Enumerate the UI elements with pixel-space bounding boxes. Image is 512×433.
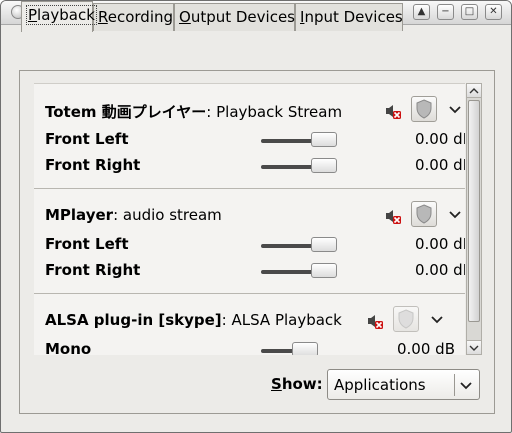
lock-channels-button[interactable] (411, 96, 437, 122)
shield-icon (416, 99, 432, 119)
channel-value: 0.00 dB (415, 261, 465, 279)
chevron-down-icon (469, 345, 479, 351)
volume-slider-knob[interactable] (311, 132, 337, 147)
stream-title: ALSA plug-in [skype]: ALSA Playback (45, 311, 342, 329)
mute-icon[interactable] (384, 207, 402, 225)
stream-item: Totem 動画プレイヤー: Playback Stream Front Lef… (34, 84, 465, 189)
chevron-down-icon[interactable] (459, 379, 473, 393)
volume-slider-knob[interactable] (311, 263, 337, 278)
volume-slider-knob[interactable] (292, 342, 318, 355)
stream-title: MPlayer: audio stream (45, 206, 222, 224)
channel-label: Front Right (45, 156, 141, 174)
chevron-up-icon (469, 88, 479, 94)
channel-value: 0.00 dB (415, 156, 465, 174)
stream-item: ALSA plug-in [skype]: ALSA Playback Mono… (34, 294, 465, 355)
stream-title: Totem 動画プレイヤー: Playback Stream (45, 103, 343, 121)
mute-icon[interactable] (366, 312, 384, 330)
channel-label: Front Left (45, 130, 129, 148)
channel-label: Front Left (45, 235, 129, 253)
volume-control-window: Volume Control ▲ − □ ✕ Playback Recordin… (0, 0, 512, 433)
chevron-down-icon[interactable] (430, 313, 444, 327)
mute-icon[interactable] (384, 102, 402, 120)
vertical-scrollbar[interactable] (466, 83, 482, 355)
lock-channels-button[interactable] (411, 201, 437, 227)
show-selected-value: Applications (334, 376, 426, 394)
stream-item: MPlayer: audio stream Front Left 0.00 dB… (34, 189, 465, 294)
stream-list: Totem 動画プレイヤー: Playback Stream Front Lef… (34, 83, 465, 355)
channel-label: Front Right (45, 261, 141, 279)
scroll-down-button[interactable] (467, 340, 481, 354)
show-label: Show: (271, 375, 323, 393)
volume-slider-knob[interactable] (311, 237, 337, 252)
channel-value: 0.00 dB (397, 340, 455, 355)
maximize-icon[interactable]: □ (461, 4, 478, 20)
channel-value: 0.00 dB (415, 130, 465, 148)
tab-output-devices[interactable]: Output Devices (174, 3, 295, 31)
channel-label: Mono (45, 340, 92, 355)
minimize-icon[interactable]: − (437, 4, 454, 20)
tab-input-devices[interactable]: Input Devices (295, 3, 403, 31)
shield-icon (416, 204, 432, 224)
channel-value: 0.00 dB (415, 235, 465, 253)
scroll-up-button[interactable] (467, 84, 481, 98)
chevron-down-icon[interactable] (448, 208, 462, 222)
chevron-down-icon[interactable] (448, 103, 462, 117)
up-arrow-icon[interactable]: ▲ (413, 4, 430, 20)
lock-channels-button[interactable] (393, 306, 419, 332)
show-combobox[interactable]: Applications (327, 369, 480, 400)
shield-icon (398, 309, 414, 329)
close-icon[interactable]: ✕ (485, 4, 502, 20)
combo-separator (454, 374, 455, 396)
volume-slider-knob[interactable] (311, 158, 337, 173)
tab-recording[interactable]: Recording (93, 3, 174, 31)
scrollbar-thumb[interactable] (468, 100, 480, 322)
tab-playback[interactable]: Playback (21, 1, 97, 32)
